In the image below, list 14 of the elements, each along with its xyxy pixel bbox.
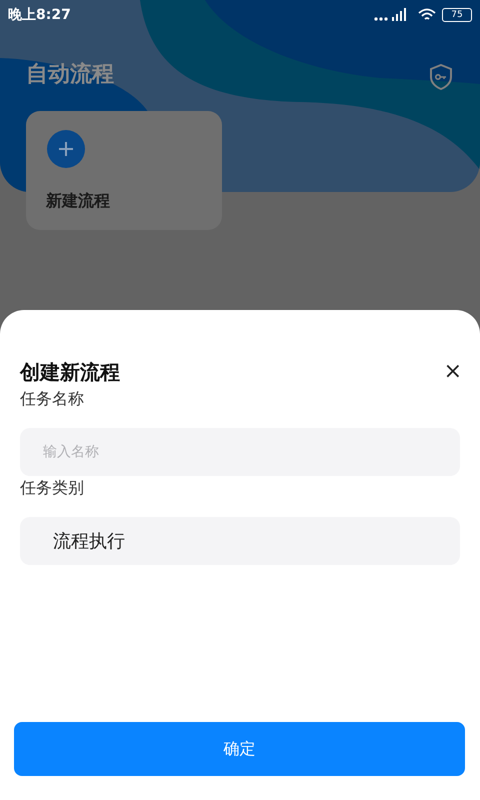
status-time: 晚上8:27 [8,6,71,24]
sheet-title: 创建新流程 [20,359,120,386]
shield-key-icon[interactable] [429,64,453,90]
category-select-field[interactable]: 流程执行 [20,517,460,565]
close-button[interactable]: × [444,361,462,383]
field-label: 任务类别 [20,477,85,499]
plus-icon [46,129,86,169]
wifi-icon [418,8,436,22]
confirm-button[interactable]: 确定 [14,722,465,776]
card-label: 新建流程 [46,190,111,212]
battery-icon: 75 [442,8,472,22]
page-title: 自动流程 [26,60,114,89]
name-input-field[interactable]: 输入名称 [20,428,460,476]
field-label: 任务名称 [20,388,85,410]
